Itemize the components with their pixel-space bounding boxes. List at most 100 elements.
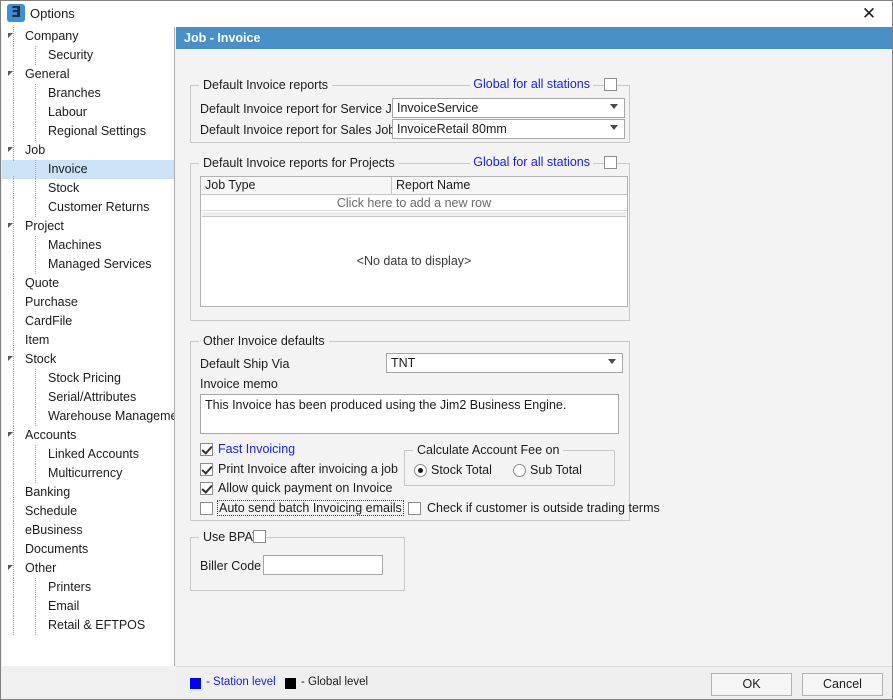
sidebar-item-quote[interactable]: Quote: [2, 274, 174, 293]
invoice-memo-label: Invoice memo: [200, 377, 278, 391]
column-header-job-type[interactable]: Job Type: [201, 177, 392, 194]
sidebar-item-regional-settings[interactable]: Regional Settings: [2, 122, 174, 141]
sidebar-item-label: Regional Settings: [48, 124, 146, 138]
sidebar-item-machines[interactable]: Machines: [2, 236, 174, 255]
sales-job-report-combo[interactable]: InvoiceRetail 80mm: [392, 119, 625, 139]
use-bpay-group: Use BPAY Biller Code: [190, 530, 405, 591]
sidebar-item-security[interactable]: Security: [2, 46, 174, 65]
service-job-report-value: InvoiceService: [397, 101, 479, 115]
sidebar-item-branches[interactable]: Branches: [2, 84, 174, 103]
sidebar-item-email[interactable]: Email: [2, 597, 174, 616]
calculate-account-fee-group: Calculate Account Fee on Stock Total Sub…: [404, 443, 615, 486]
sidebar-item-schedule[interactable]: Schedule: [2, 502, 174, 521]
expander-icon[interactable]: [8, 71, 13, 76]
sidebar-item-multicurrency[interactable]: Multicurrency: [2, 464, 174, 483]
column-header-report-name[interactable]: Report Name: [392, 177, 627, 194]
checkbox-label: Auto send batch Invoicing emails: [217, 500, 404, 516]
radio-sub-total[interactable]: [513, 464, 526, 477]
app-logo-glyph: Ǝ: [10, 3, 22, 21]
global-for-all-stations-checkbox-2[interactable]: [604, 156, 617, 169]
sidebar-item-purchase[interactable]: Purchase: [2, 293, 174, 312]
radio-stock-total[interactable]: [414, 464, 427, 477]
sidebar-item-cardfile[interactable]: CardFile: [2, 312, 174, 331]
grid-header-row: Job Type Report Name: [201, 177, 627, 195]
default-ship-via-combo[interactable]: TNT: [386, 353, 623, 373]
sidebar-item-company[interactable]: Company: [2, 27, 174, 46]
sidebar-item-label: Branches: [48, 86, 101, 100]
sidebar-item-linked-accounts[interactable]: Linked Accounts: [2, 445, 174, 464]
sidebar-item-stock-pricing[interactable]: Stock Pricing: [2, 369, 174, 388]
sidebar-item-label: Managed Services: [48, 257, 152, 271]
default-invoice-reports-title: Default Invoice reports: [199, 78, 333, 92]
checkbox-label: Print Invoice after invoicing a job: [218, 462, 398, 476]
settings-tree[interactable]: Company Security General Branches Labour Regi…: [2, 27, 175, 666]
sidebar-item-other[interactable]: Other: [2, 559, 174, 578]
sales-job-report-label: Default Invoice report for Sales Job: [200, 123, 396, 137]
checkbox-fast-invoicing[interactable]: [200, 443, 213, 456]
sidebar-item-label: Security: [48, 48, 94, 62]
dialog-footer: - Station level - Global level OK Cancel: [176, 666, 892, 699]
global-level-legend: - Global level: [301, 676, 369, 688]
global-for-all-stations-checkbox-1[interactable]: [604, 78, 617, 91]
window-title: Options: [30, 6, 75, 21]
expander-icon[interactable]: [8, 432, 13, 437]
checkbox-allow-quick-payment-on-invoice[interactable]: [200, 482, 213, 495]
cancel-button[interactable]: Cancel: [802, 673, 883, 696]
sidebar-item-label: Labour: [48, 105, 87, 119]
sidebar-item-stock[interactable]: Stock: [2, 179, 174, 198]
expander-icon[interactable]: [8, 356, 13, 361]
calculate-account-fee-title: Calculate Account Fee on: [413, 443, 564, 457]
expander-icon[interactable]: [8, 223, 13, 228]
sidebar-item-printers[interactable]: Printers: [2, 578, 174, 597]
sidebar-item-labour[interactable]: Labour: [2, 103, 174, 122]
add-new-row-button[interactable]: Click here to add a new row: [201, 195, 627, 211]
sidebar-item-stock[interactable]: Stock: [2, 350, 174, 369]
expander-icon[interactable]: [8, 565, 13, 570]
use-bpay-checkbox[interactable]: [253, 530, 266, 543]
other-invoice-defaults-group: Other Invoice defaults Default Ship Via …: [190, 334, 660, 521]
sidebar-item-customer-returns[interactable]: Customer Returns: [2, 198, 174, 217]
page-title: Job - Invoice: [176, 27, 892, 49]
sidebar-item-ebusiness[interactable]: eBusiness: [2, 521, 174, 540]
biller-code-label: Biller Code: [200, 559, 262, 573]
sidebar-item-job[interactable]: Job: [2, 141, 174, 160]
invoice-memo-input[interactable]: This Invoice has been produced using the…: [200, 394, 619, 434]
title-bar: Ǝ Options ✕: [1, 1, 892, 28]
sidebar-item-label: Stock: [48, 181, 80, 195]
check-trading-terms-checkbox[interactable]: [408, 502, 421, 515]
sidebar-item-banking[interactable]: Banking: [2, 483, 174, 502]
biller-code-input[interactable]: [263, 555, 383, 575]
app-logo-icon: Ǝ: [7, 3, 25, 22]
ok-button[interactable]: OK: [711, 673, 792, 696]
sidebar-item-label: Accounts: [25, 428, 77, 442]
close-icon[interactable]: ✕: [846, 1, 892, 27]
service-job-report-combo[interactable]: InvoiceService: [392, 98, 625, 118]
sidebar-item-general[interactable]: General: [2, 65, 174, 84]
project-invoice-reports-title: Default Invoice reports for Projects: [199, 156, 399, 170]
sidebar-item-label: Machines: [48, 238, 102, 252]
sidebar-item-label: Schedule: [25, 504, 78, 518]
sidebar-item-documents[interactable]: Documents: [2, 540, 174, 559]
project-reports-grid[interactable]: Job Type Report Name Click here to add a…: [200, 176, 628, 307]
sidebar-item-accounts[interactable]: Accounts: [2, 426, 174, 445]
expander-icon[interactable]: [8, 147, 13, 152]
sidebar-item-label: Printers: [48, 580, 92, 594]
checkbox-auto-send-batch-invoicing-emails[interactable]: [200, 502, 213, 515]
sidebar-item-retail-eftpos[interactable]: Retail & EFTPOS: [2, 616, 174, 635]
chevron-down-icon: [608, 359, 616, 364]
sidebar-item-warehouse-management[interactable]: Warehouse Management: [2, 407, 174, 426]
sales-job-report-value: InvoiceRetail 80mm: [397, 122, 507, 136]
chevron-down-icon: [610, 104, 618, 109]
sidebar-item-project[interactable]: Project: [2, 217, 174, 236]
other-invoice-defaults-title: Other Invoice defaults: [199, 334, 329, 348]
sidebar-item-serial-attributes[interactable]: Serial/Attributes: [2, 388, 174, 407]
sidebar-item-label: Purchase: [25, 295, 78, 309]
checkbox-label: Fast Invoicing: [218, 442, 296, 456]
checkbox-print-invoice-after-invoicing-a-job[interactable]: [200, 463, 213, 476]
sidebar-item-managed-services[interactable]: Managed Services: [2, 255, 174, 274]
sidebar-item-item[interactable]: Item: [2, 331, 174, 350]
sidebar-item-label: CardFile: [25, 314, 73, 328]
sidebar-item-invoice[interactable]: Invoice: [2, 160, 174, 179]
sidebar-item-label: Stock Pricing: [48, 371, 121, 385]
expander-icon[interactable]: [8, 33, 13, 38]
